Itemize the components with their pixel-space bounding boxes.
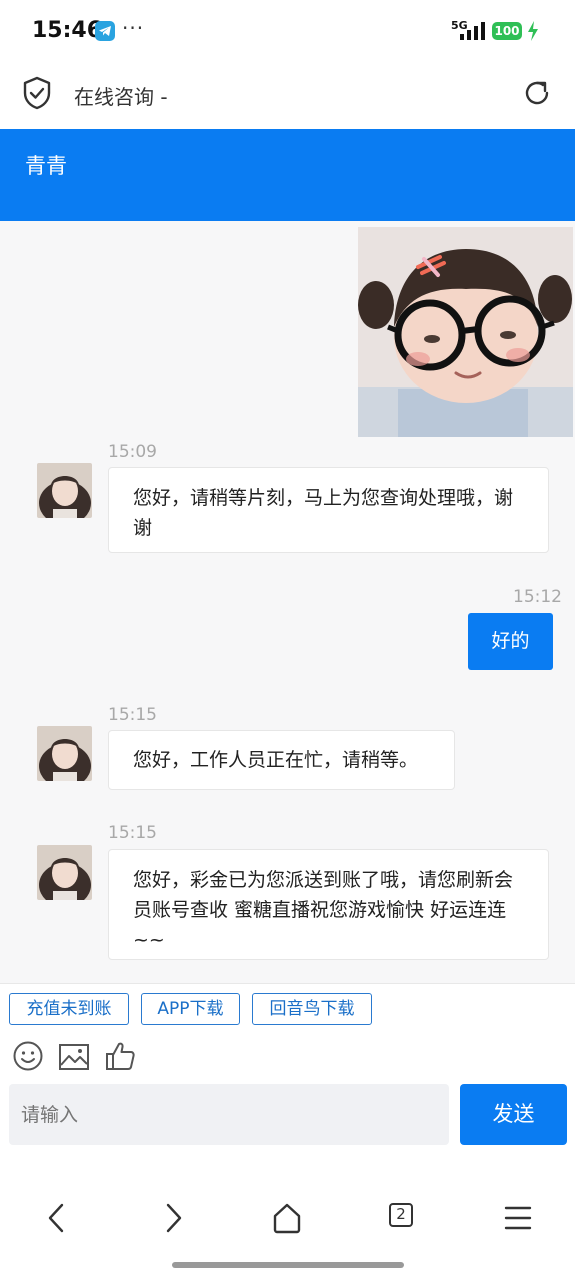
- browser-nav-bar: 2: [0, 1180, 575, 1260]
- agent-avatar: [37, 463, 92, 518]
- home-icon[interactable]: [272, 1202, 302, 1234]
- quick-reply-bar: 充值未到账 APP下载 回音鸟下载: [0, 983, 575, 1044]
- chat-message-list[interactable]: 15:09 您好，请稍等片刻，马上为您查询处理哦，谢谢 15:12 好的 15:…: [0, 221, 575, 983]
- charging-icon: [528, 21, 538, 41]
- tab-count: 2: [396, 1205, 406, 1223]
- send-button[interactable]: 发送: [460, 1084, 567, 1145]
- message-text: 您好，彩金已为您派送到账了哦，请您刷新会员账号查收 蜜糖直播祝您游戏愉快 好运连…: [133, 869, 514, 951]
- page-title: 在线咨询 -: [74, 85, 168, 109]
- quick-reply-app-download-button[interactable]: APP下载: [141, 993, 240, 1025]
- message-input-row: 发送: [0, 1080, 575, 1150]
- chat-header: 青青: [0, 129, 575, 221]
- telegram-icon: [95, 21, 115, 41]
- back-icon[interactable]: [46, 1202, 68, 1234]
- menu-icon[interactable]: [504, 1205, 532, 1231]
- app-top-bar: 在线咨询 -: [0, 62, 575, 129]
- agent-message-bubble: 您好，工作人员正在忙，请稍等。: [108, 730, 455, 790]
- agent-avatar: [37, 845, 92, 900]
- agent-message-bubble: 您好，彩金已为您派送到账了哦，请您刷新会员账号查收 蜜糖直播祝您游戏愉快 好运连…: [108, 849, 549, 960]
- agent-message-bubble: 您好，请稍等片刻，马上为您查询处理哦，谢谢: [108, 467, 549, 553]
- status-time: 15:46: [32, 18, 103, 43]
- signal-icon: [460, 22, 485, 40]
- quick-reply-huiyinniao-button[interactable]: 回音鸟下载: [252, 993, 372, 1025]
- user-message-bubble: 好的: [468, 613, 553, 670]
- message-input[interactable]: [9, 1084, 449, 1145]
- emoji-icon[interactable]: [12, 1040, 44, 1072]
- message-text: 好的: [491, 630, 530, 652]
- more-notifications-icon: ···: [122, 16, 145, 40]
- image-icon[interactable]: [58, 1043, 90, 1071]
- user-sticker-image[interactable]: [358, 227, 573, 437]
- message-text: 您好，请稍等片刻，马上为您查询处理哦，谢谢: [133, 487, 514, 539]
- home-indicator: [172, 1262, 404, 1268]
- message-time: 15:09: [108, 442, 157, 462]
- message-time: 15:15: [108, 823, 157, 843]
- message-time: 15:12: [513, 587, 562, 607]
- quick-reply-recharge-button[interactable]: 充值未到账: [9, 993, 129, 1025]
- message-time: 15:15: [108, 705, 157, 725]
- agent-name: 青青: [25, 154, 67, 178]
- battery-level: 100: [492, 22, 522, 40]
- agent-avatar: [37, 726, 92, 781]
- reload-icon[interactable]: [521, 77, 553, 109]
- status-bar: 15:46 ··· 5G 100: [0, 0, 575, 62]
- shield-check-icon[interactable]: [22, 76, 52, 110]
- message-text: 您好，工作人员正在忙，请稍等。: [133, 749, 419, 771]
- tabs-count-button[interactable]: 2: [389, 1203, 413, 1227]
- forward-icon[interactable]: [162, 1202, 184, 1234]
- thumbs-up-icon[interactable]: [104, 1040, 136, 1072]
- chat-toolbar: [0, 1040, 575, 1080]
